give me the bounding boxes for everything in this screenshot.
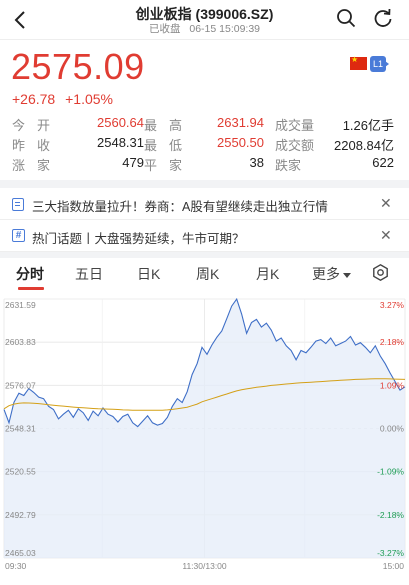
stat-label: 最低 [144, 138, 195, 153]
stat-value: 622 [372, 155, 394, 170]
stat-label: 今开 [12, 118, 63, 133]
y-axis-left-label: 2603.83 [5, 337, 36, 347]
news-text: 三大指数放量拉升！券商：A股有望继续走出独立行情 [32, 200, 328, 214]
stat-label: 最高 [144, 118, 195, 133]
tab-weekly-k[interactable]: 周K [196, 264, 219, 284]
stat-value: 2208.84亿 [334, 138, 394, 153]
y-axis-right-label: -1.09% [377, 467, 404, 477]
y-axis-left-label: 2576.07 [5, 380, 36, 390]
price-change: +26.78 +1.05% [12, 91, 119, 107]
settings-icon[interactable] [372, 264, 389, 281]
stats-grid: 今开 2560.64 最高 2631.94 成交量 1.26亿手 昨收 2548… [12, 115, 397, 175]
tab-more[interactable]: 更多 [312, 264, 351, 284]
x-axis-label: 09:30 [5, 561, 27, 571]
close-icon[interactable]: ✕ [380, 195, 392, 212]
x-axis-label: 11:30/13:00 [182, 561, 227, 571]
refresh-icon[interactable] [373, 8, 393, 28]
y-axis-right-label: 1.09% [380, 380, 405, 390]
stat-value: 2631.94 [217, 115, 264, 130]
tab-more-label: 更多 [312, 266, 340, 282]
news-text: 热门话题丨大盘强势延续，牛市可期？ [32, 232, 245, 246]
tab-daily-k[interactable]: 日K [137, 264, 160, 284]
y-axis-right-label: -2.18% [377, 510, 404, 520]
change-value: +26.78 [12, 91, 56, 107]
y-axis-left-label: 2520.55 [5, 467, 36, 477]
status-text: 已收盘 [148, 23, 181, 35]
current-price: 2575.09 [11, 46, 145, 87]
stat-value: 2548.31 [97, 135, 144, 150]
datetime-text: 06-15 15:09:39 [189, 23, 261, 35]
stat-label: 跌家 [275, 158, 302, 173]
stat-label: 昨收 [12, 138, 63, 153]
hashtag-icon: # [12, 229, 25, 242]
y-axis-right-label: 3.27% [380, 300, 405, 310]
top-bar: 创业板指 (399006.SZ) 已收盘 06-15 15:09:39 [0, 0, 409, 40]
y-axis-right-label: 2.18% [380, 337, 405, 347]
y-axis-left-label: 2548.31 [5, 424, 36, 434]
change-percent: +1.05% [65, 91, 113, 107]
stat-label: 成交额 [275, 138, 315, 153]
x-axis-label: 15:00 [383, 561, 405, 571]
tab-intraday[interactable]: 分时 [16, 264, 44, 284]
stat-label: 平家 [144, 158, 195, 173]
stat-value: 38 [249, 155, 264, 170]
news-icon [12, 198, 24, 211]
stats-row: 涨家 479 平家 38 跌家 622 [12, 155, 397, 175]
news-item[interactable]: 三大指数放量拉升！券商：A股有望继续走出独立行情 ✕ [0, 188, 409, 220]
close-icon[interactable]: ✕ [380, 227, 392, 244]
section-divider [0, 180, 409, 188]
y-axis-right-label: -3.27% [377, 548, 404, 558]
news-item[interactable]: # 热门话题丨大盘强势延续，牛市可期？ ✕ [0, 220, 409, 252]
caret-down-icon [343, 272, 351, 278]
stat-label: 成交量 [275, 118, 315, 133]
tab-monthly-k[interactable]: 月K [256, 264, 279, 284]
y-axis-left-label: 2631.59 [5, 300, 36, 310]
stat-value: 2560.64 [97, 115, 144, 130]
y-axis-left-label: 2465.03 [5, 548, 36, 558]
chart-tabs: 分时 五日 日K 周K 月K 更多 [0, 258, 409, 290]
search-icon[interactable] [336, 8, 356, 28]
stat-label: 涨家 [12, 158, 63, 173]
active-tab-indicator [18, 287, 44, 290]
stats-row: 昨收 2548.31 最低 2550.50 成交额 2208.84亿 [12, 135, 397, 155]
intraday-chart[interactable]: 2631.59 2603.83 2576.07 2548.31 2520.55 2492.… [0, 291, 409, 585]
stats-row: 今开 2560.64 最高 2631.94 成交量 1.26亿手 [12, 115, 397, 135]
stat-value: 1.26亿手 [342, 118, 394, 133]
tab-five-day[interactable]: 五日 [75, 264, 103, 284]
y-axis-right-label: 0.00% [380, 424, 405, 434]
stat-value: 479 [122, 155, 144, 170]
stat-value: 2550.50 [217, 135, 264, 150]
level1-badge[interactable]: L1 [370, 56, 389, 72]
china-flag-icon [350, 55, 367, 70]
y-axis-left-label: 2492.79 [5, 510, 36, 520]
